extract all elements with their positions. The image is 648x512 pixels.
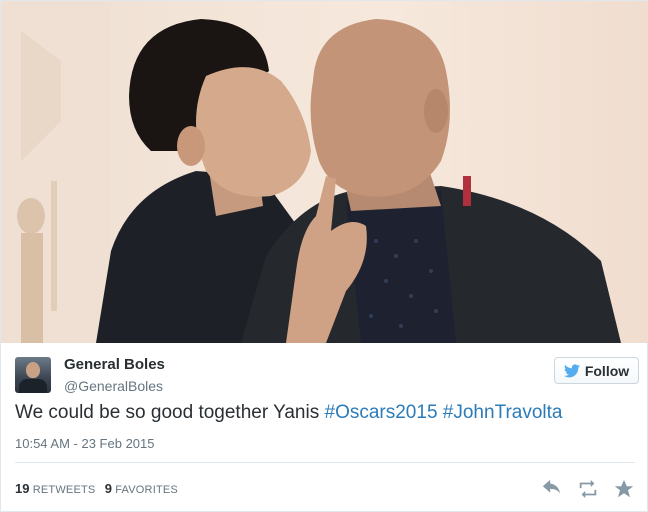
favorites-label: FAVORITES — [115, 484, 178, 496]
star-icon[interactable] — [613, 478, 635, 500]
tweet-card: General Boles @GeneralBoles Follow We co… — [0, 0, 648, 512]
follow-button[interactable]: Follow — [554, 357, 639, 384]
twitter-bird-icon — [563, 363, 580, 377]
avatar-body — [19, 379, 47, 393]
author-display-name[interactable]: General Boles — [64, 356, 165, 373]
tweet-actions — [541, 478, 641, 500]
follow-label: Follow — [584, 362, 630, 379]
author-username[interactable]: @GeneralBoles — [64, 378, 163, 394]
favorites-count: 9 — [104, 481, 112, 496]
tweet-text-body: We could be so good together Yanis — [15, 402, 325, 423]
author-avatar[interactable] — [15, 357, 51, 393]
divider — [15, 462, 635, 463]
retweets-label: RETWEETS — [32, 484, 96, 496]
retweets-stat[interactable]: 19 RETWEETS — [15, 481, 96, 496]
hashtag-link[interactable]: #JohnTravolta — [443, 402, 563, 423]
tweet-text: We could be so good together Yanis #Osca… — [15, 402, 635, 424]
photo-illustration — [1, 1, 621, 343]
retweets-count: 19 — [15, 481, 30, 496]
tweet-photo[interactable] — [1, 1, 648, 343]
reply-icon[interactable] — [541, 478, 563, 500]
retweet-icon[interactable] — [577, 478, 599, 500]
hashtag-link[interactable]: #Oscars2015 — [325, 402, 438, 423]
tweet-timestamp[interactable]: 10:54 AM - 23 Feb 2015 — [15, 436, 154, 451]
tweet-stats: 19 RETWEETS 9 FAVORITES — [15, 481, 178, 496]
avatar-face — [26, 362, 40, 378]
favorites-stat[interactable]: 9 FAVORITES — [104, 481, 178, 496]
